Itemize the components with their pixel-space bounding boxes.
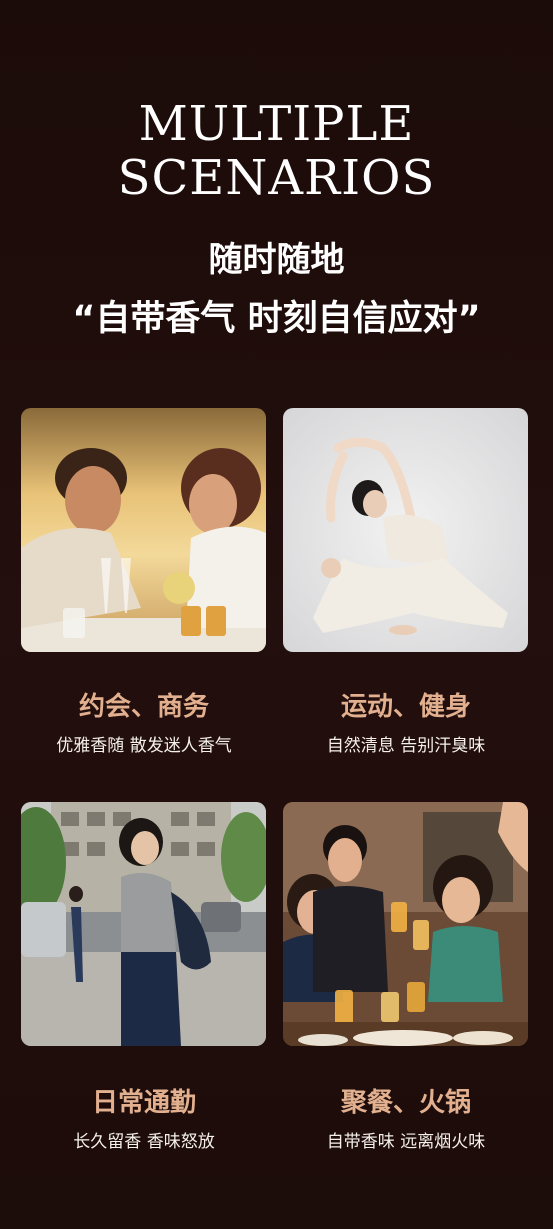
scenario-image-dinner-date: [21, 408, 266, 652]
page: MULTIPLE SCENARIOS 随时随地 “自带香气 时刻自信应对” 约会…: [0, 0, 553, 1229]
scenario-desc-commute: 长久留香 香味怒放: [73, 1132, 215, 1152]
scenario-image-yoga: [283, 408, 528, 652]
scenario-title-commute: 日常通勤: [91, 1088, 196, 1118]
dinner-date-photo: [21, 408, 266, 652]
yoga-pose-photo: [283, 408, 528, 652]
scenario-title-fitness: 运动、健身: [340, 692, 471, 722]
scenario-image-dinner-party: [283, 802, 528, 1046]
friends-toast-photo: [283, 802, 528, 1046]
scenario-desc-fitness: 自然清息 告别汗臭味: [326, 736, 486, 756]
subtitle-line-1: 随时随地: [208, 240, 345, 280]
scenario-title-dating: 约会、商务: [78, 692, 209, 722]
street-commute-photo: [21, 802, 266, 1046]
scenario-title-dinner-party: 聚餐、火锅: [340, 1088, 471, 1118]
subtitle-line-2: “自带香气 时刻自信应对”: [72, 299, 481, 339]
scenario-desc-dating: 优雅香随 散发迷人香气: [56, 736, 232, 756]
title-line-2: SCENARIOS: [117, 150, 436, 206]
title-line-1: MULTIPLE: [138, 96, 415, 152]
scenario-desc-dinner-party: 自带香味 远离烟火味: [326, 1132, 486, 1152]
scenario-image-commute: [21, 802, 266, 1046]
